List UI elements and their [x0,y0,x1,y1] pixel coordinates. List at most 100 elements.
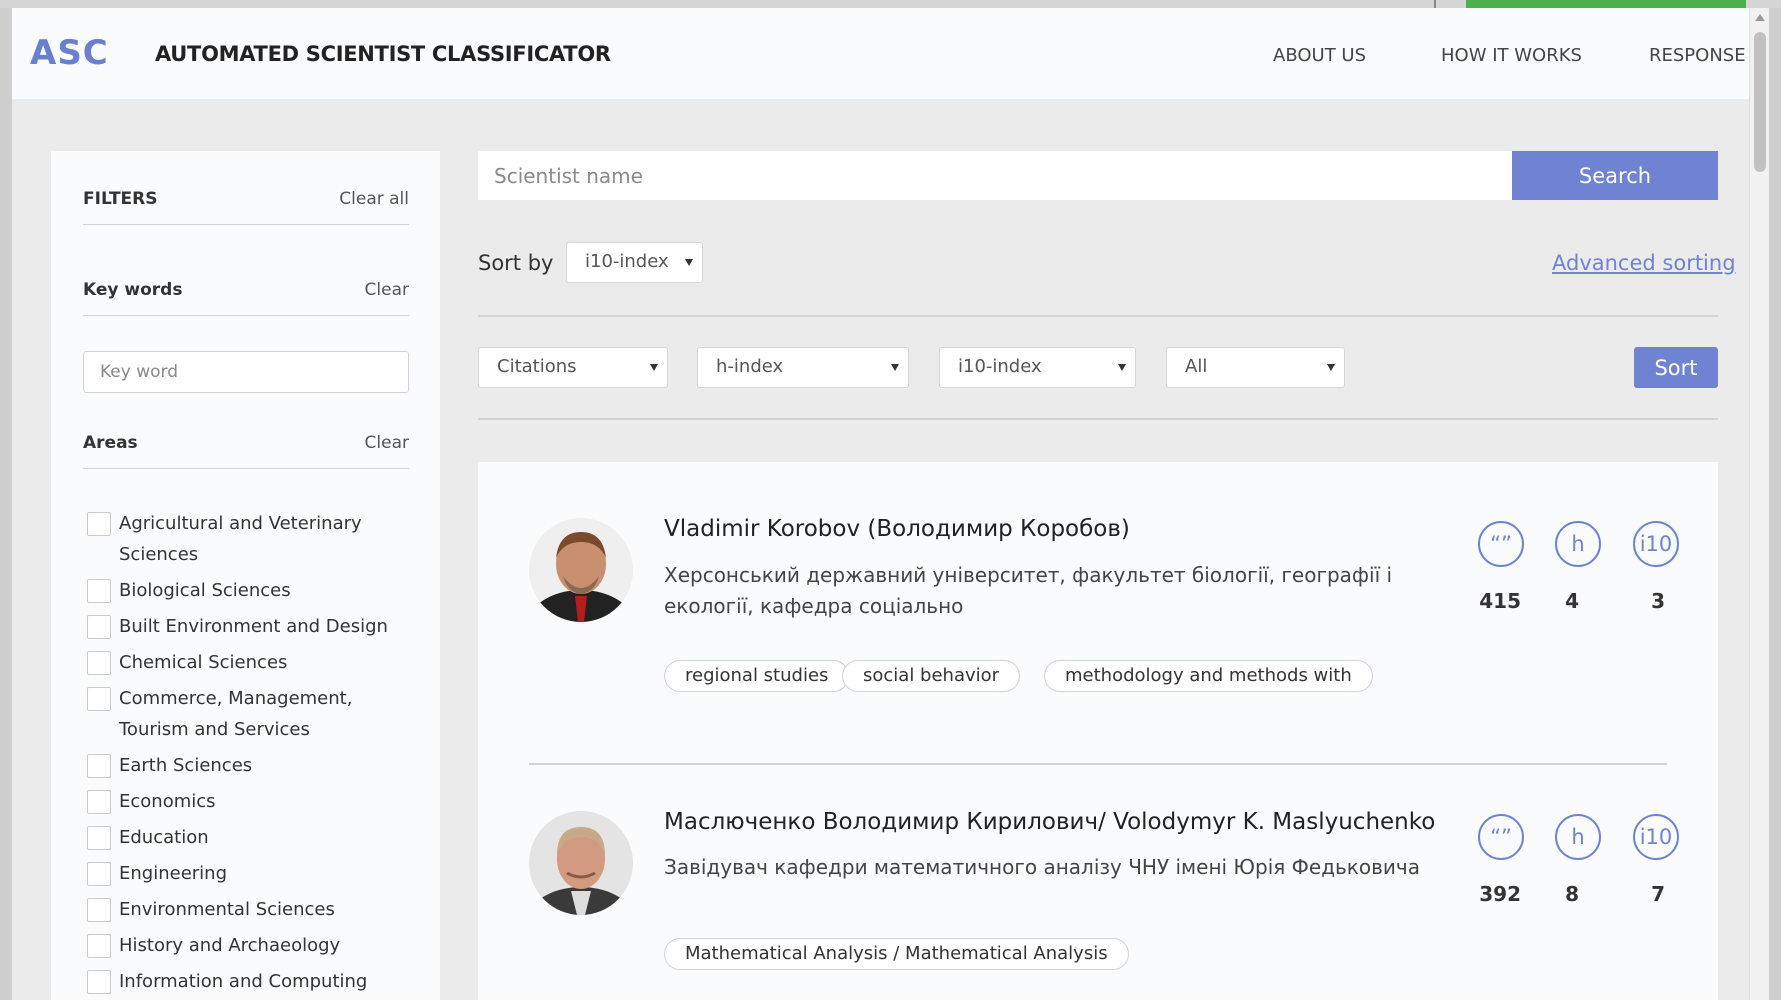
i10-index-value: 7 [1651,882,1665,906]
chevron-down-icon [685,259,693,266]
page-scrollbar[interactable] [1749,8,1769,1000]
scientist-affiliation: Херсонський державний університет, факул… [664,563,1393,618]
citations-value: 392 [1479,882,1521,906]
area-checkbox[interactable] [87,934,111,958]
area-checkbox[interactable] [87,615,111,639]
area-checkbox[interactable] [87,687,111,711]
filters-sidebar: FILTERS Clear all Key words Clear Areas … [51,151,440,1000]
nav-how-it-works[interactable]: HOW IT WORKS [1441,45,1582,66]
avatar[interactable] [529,518,633,622]
chevron-down-icon [650,364,658,371]
h-index-select-value: h-index [716,356,784,377]
scientist-affiliation: Завідувач кафедри математичного аналізу … [664,855,1420,879]
site-header: ASC AUTOMATED SCIENTIST CLASSIFICATOR AB… [12,8,1761,99]
keyword-input[interactable] [83,351,409,393]
scientist-card[interactable]: Маслюченко Володимир Кирилович/ Volodymy… [529,764,1679,1000]
sort-button[interactable]: Sort [1634,347,1718,388]
keywords-title: Key words [83,280,183,300]
citations-icon: “” [1478,814,1524,860]
area-item[interactable]: Education [87,822,417,853]
chevron-down-icon [891,364,899,371]
scroll-up-icon[interactable] [1755,14,1765,21]
keyword-tag[interactable]: social behavior [842,660,1021,692]
areas-header: Areas Clear [83,433,409,469]
keywords-clear-button[interactable]: Clear [365,280,409,300]
area-item[interactable]: Engineering [87,858,417,889]
area-item[interactable]: Environmental Sciences [87,894,417,925]
area-checkbox[interactable] [87,651,111,675]
avatar[interactable] [529,811,633,915]
keyword-tag[interactable]: Mathematical Analysis / Mathematical Ana… [664,938,1129,970]
chevron-down-icon [1327,364,1335,371]
keywords-header: Key words Clear [83,280,409,316]
nav-response[interactable]: RESPONSE [1649,45,1746,66]
area-item[interactable]: Commerce, Management, Tourism and Servic… [87,683,417,745]
area-item[interactable]: Chemical Sciences [87,647,417,678]
scientist-card[interactable]: Vladimir Korobov (Володимир Коробов) Хер… [529,462,1679,762]
area-checkbox[interactable] [87,898,111,922]
h-index-icon: h [1555,521,1601,567]
sort-by-value: i10-index [585,251,669,272]
area-item[interactable]: Information and Computing [87,966,417,997]
divider [478,315,1718,317]
area-checkbox[interactable] [87,790,111,814]
keyword-tag[interactable]: methodology and methods with [1044,660,1373,692]
area-checkbox[interactable] [87,826,111,850]
areas-list: Agricultural and Veterinary Sciences Bio… [87,508,417,1000]
chevron-down-icon [1118,364,1126,371]
scientist-search-input[interactable] [478,151,1513,200]
area-checkbox[interactable] [87,512,111,536]
area-checkbox[interactable] [87,862,111,886]
site-title: AUTOMATED SCIENTIST CLASSIFICATOR [155,42,611,66]
browser-tab-indicator [1466,0,1746,8]
keyword-tag[interactable]: regional studies [664,660,850,692]
area-item[interactable]: Biological Sciences [87,575,417,606]
area-label: Commerce, Management, Tourism and Servic… [119,688,353,740]
area-label: History and Archaeology [119,935,341,956]
area-label: Agricultural and Veterinary Sciences [119,513,362,565]
area-label: Engineering [119,863,227,884]
area-label: Environmental Sciences [119,899,335,920]
i10-index-select[interactable]: i10-index [939,347,1136,388]
area-label: Economics [119,791,216,812]
area-label: Chemical Sciences [119,652,288,673]
area-label: Built Environment and Design [119,616,388,637]
area-label: Earth Sciences [119,755,253,776]
scrollbar-thumb[interactable] [1754,32,1766,172]
browser-top-strip [0,0,1781,8]
nav-about-us[interactable]: ABOUT US [1273,45,1366,66]
scientist-name[interactable]: Vladimir Korobov (Володимир Коробов) [664,516,1130,542]
area-checkbox[interactable] [87,970,111,994]
sort-by-select[interactable]: i10-index [566,242,703,283]
advanced-sorting-link[interactable]: Advanced sorting [1552,251,1736,275]
divider [478,418,1718,420]
results-panel: Vladimir Korobov (Володимир Коробов) Хер… [478,462,1718,1000]
citations-select[interactable]: Citations [478,347,668,388]
i10-index-value: 3 [1651,589,1665,613]
citations-icon: “” [1478,521,1524,567]
areas-clear-button[interactable]: Clear [365,433,409,453]
area-item[interactable]: Built Environment and Design [87,611,417,642]
i10-index-icon: i10 [1633,814,1679,860]
h-index-icon: h [1555,814,1601,860]
tab-divider [1434,0,1436,8]
filters-title: FILTERS [83,189,158,209]
site-logo[interactable]: ASC [30,33,109,73]
h-index-select[interactable]: h-index [697,347,909,388]
sort-by-label: Sort by [478,251,554,275]
area-item[interactable]: Economics [87,786,417,817]
citations-value: 415 [1479,589,1521,613]
area-item[interactable]: Agricultural and Veterinary Sciences [87,508,417,570]
area-checkbox[interactable] [87,579,111,603]
area-item[interactable]: Earth Sciences [87,750,417,781]
area-label: Information and Computing [119,971,368,992]
area-item[interactable]: History and Archaeology [87,930,417,961]
i10-index-select-value: i10-index [958,356,1042,377]
h-index-value: 4 [1565,589,1579,613]
clear-all-button[interactable]: Clear all [339,189,409,209]
areas-title: Areas [83,433,138,453]
scope-select[interactable]: All [1166,347,1345,388]
scientist-name[interactable]: Маслюченко Володимир Кирилович/ Volodymy… [664,809,1435,835]
search-button[interactable]: Search [1512,151,1718,200]
area-checkbox[interactable] [87,754,111,778]
